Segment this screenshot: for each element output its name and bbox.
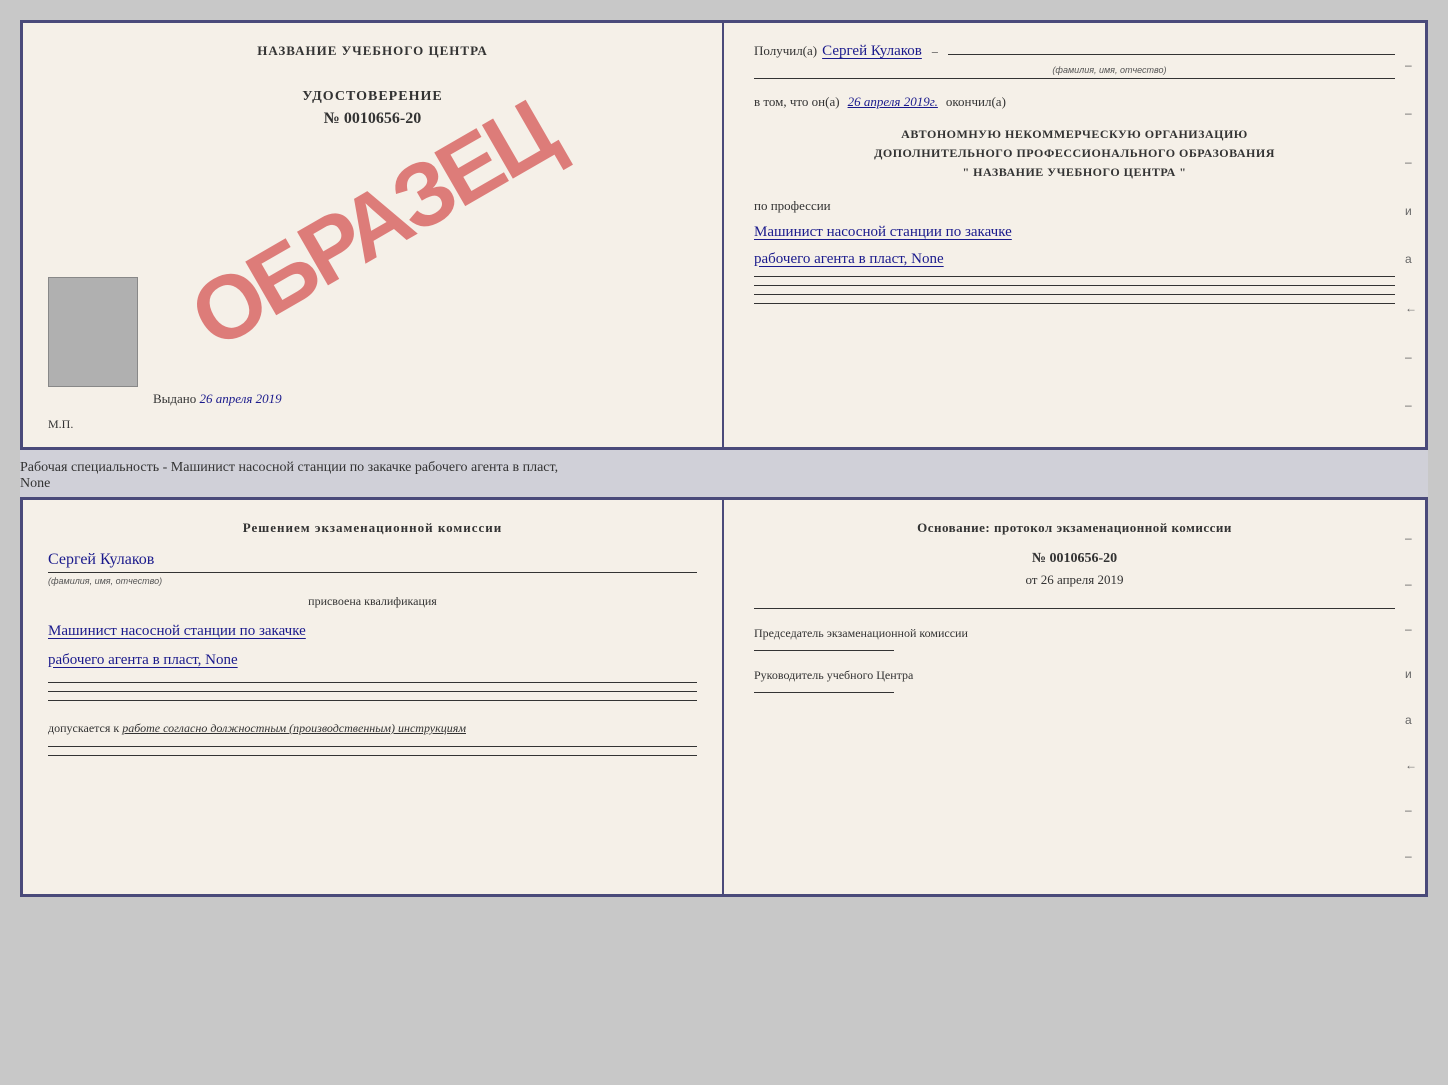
- separator-line-4: [754, 294, 1395, 295]
- org-line1: АВТОНОМНУЮ НЕКОММЕРЧЕСКУЮ ОРГАНИЗАЦИЮ: [754, 125, 1395, 144]
- document-top: НАЗВАНИЕ УЧЕБНОГО ЦЕНТРА ОБРАЗЕЦ УДОСТОВ…: [20, 20, 1428, 450]
- qualification-line1: Машинист насосной станции по закачке: [48, 617, 697, 646]
- separator-text: Рабочая специальность - Машинист насосно…: [20, 450, 1428, 497]
- poluchil-line: Получил(а) Сергей Кулаков –: [754, 43, 1395, 60]
- org-line2: ДОПОЛНИТЕЛЬНОГО ПРОФЕССИОНАЛЬНОГО ОБРАЗО…: [754, 144, 1395, 163]
- org-block: АВТОНОМНУЮ НЕКОММЕРЧЕСКУЮ ОРГАНИЗАЦИЮ ДО…: [754, 125, 1395, 183]
- doc-left-panel: НАЗВАНИЕ УЧЕБНОГО ЦЕНТРА ОБРАЗЕЦ УДОСТОВ…: [23, 23, 724, 447]
- ot-date: 26 апреля 2019: [1041, 572, 1124, 587]
- qual-line3: [48, 700, 697, 701]
- separator-line2: None: [20, 476, 1428, 492]
- fio-hint-bottom: (фамилия, имя, отчество): [48, 576, 697, 586]
- qualification-line2: рабочего агента в пласт, None: [48, 646, 697, 675]
- bottom-right-dashes: – – – и а ← – –: [1405, 500, 1417, 894]
- vydano-label: Выдано: [153, 391, 196, 406]
- udostoverenie-title: УДОСТОВЕРЕНИЕ: [48, 89, 697, 105]
- dopusk-line1: [48, 746, 697, 747]
- po-professii-label: по профессии: [754, 198, 1395, 214]
- profession-line2: рабочего агента в пласт, None: [754, 246, 1395, 273]
- poluchil-label: Получил(а): [754, 43, 817, 59]
- predsedatel-sig-line: [754, 650, 894, 651]
- doc-bottom-right: Основание: протокол экзаменационной коми…: [724, 500, 1425, 894]
- qual-line1: [48, 682, 697, 683]
- separator-line-3: [754, 285, 1395, 286]
- ot-label: от: [1025, 572, 1037, 587]
- doc-right-panel: Получил(а) Сергей Кулаков – (фамилия, им…: [724, 23, 1425, 447]
- fio-hint-top: (фамилия, имя, отчество): [824, 65, 1395, 75]
- document-bottom: Решением экзаменационной комиссии Сергей…: [20, 497, 1428, 897]
- org-line3: " НАЗВАНИЕ УЧЕБНОГО ЦЕНТРА ": [754, 163, 1395, 182]
- okonchil-label: окончил(а): [946, 94, 1006, 110]
- bottom-name: Сергей Кулаков: [48, 551, 697, 569]
- protocol-number: № 0010656-20: [754, 551, 1395, 567]
- recipient-name: Сергей Кулаков: [822, 43, 922, 60]
- predsedatel-title: Председатель экзаменационной комиссии: [754, 624, 1395, 642]
- photo-placeholder: [48, 277, 138, 387]
- ot-date-block: от 26 апреля 2019: [754, 572, 1395, 588]
- qual-line2: [48, 691, 697, 692]
- resheniem-title: Решением экзаменационной комиссии: [48, 520, 697, 536]
- dopusk-label: допускается к: [48, 721, 119, 735]
- osnovanie-title: Основание: протокол экзаменационной коми…: [754, 520, 1395, 536]
- doc-bottom-left: Решением экзаменационной комиссии Сергей…: [23, 500, 724, 894]
- page-container: НАЗВАНИЕ УЧЕБНОГО ЦЕНТРА ОБРАЗЕЦ УДОСТОВ…: [20, 20, 1428, 897]
- dopusk-line2: [48, 755, 697, 756]
- separator-line1: Рабочая специальность - Машинист насосно…: [20, 460, 1428, 476]
- right-dashes: – – – и а ← – –: [1405, 23, 1417, 447]
- center-title: НАЗВАНИЕ УЧЕБНОГО ЦЕНТРА: [48, 43, 697, 59]
- udostoverenie-block: УДОСТОВЕРЕНИЕ № 0010656-20: [48, 89, 697, 128]
- udostoverenie-number: № 0010656-20: [48, 110, 697, 128]
- vtom-date: 26 апреля 2019г.: [848, 94, 938, 110]
- mp-label: М.П.: [48, 417, 73, 432]
- profession-line1: Машинист насосной станции по закачке: [754, 219, 1395, 246]
- ot-separator: [754, 608, 1395, 609]
- vydano-line: Выдано 26 апреля 2019: [153, 391, 702, 407]
- name-block: Сергей Кулаков (фамилия, имя, отчество): [48, 551, 697, 586]
- rukovoditel-block: Руководитель учебного Центра: [754, 666, 1395, 693]
- vydano-date: 26 апреля 2019: [200, 391, 282, 406]
- vtom-line: в том, что он(а) 26 апреля 2019г. окончи…: [754, 94, 1395, 110]
- vtom-label: в том, что он(а): [754, 94, 840, 110]
- separator-line-1: [754, 78, 1395, 79]
- name-underline: [48, 572, 697, 573]
- dopuskaetsya-block: допускается к работе согласно должностны…: [48, 721, 697, 736]
- prisvoena-label: присвоена квалификация: [48, 594, 697, 609]
- rukovoditel-title: Руководитель учебного Центра: [754, 666, 1395, 684]
- rukovoditel-sig-line: [754, 692, 894, 693]
- predsedatel-block: Председатель экзаменационной комиссии: [754, 624, 1395, 651]
- dopusk-text: работе согласно должностным (производств…: [122, 721, 466, 735]
- separator-line-5: [754, 303, 1395, 304]
- separator-line-2: [754, 276, 1395, 277]
